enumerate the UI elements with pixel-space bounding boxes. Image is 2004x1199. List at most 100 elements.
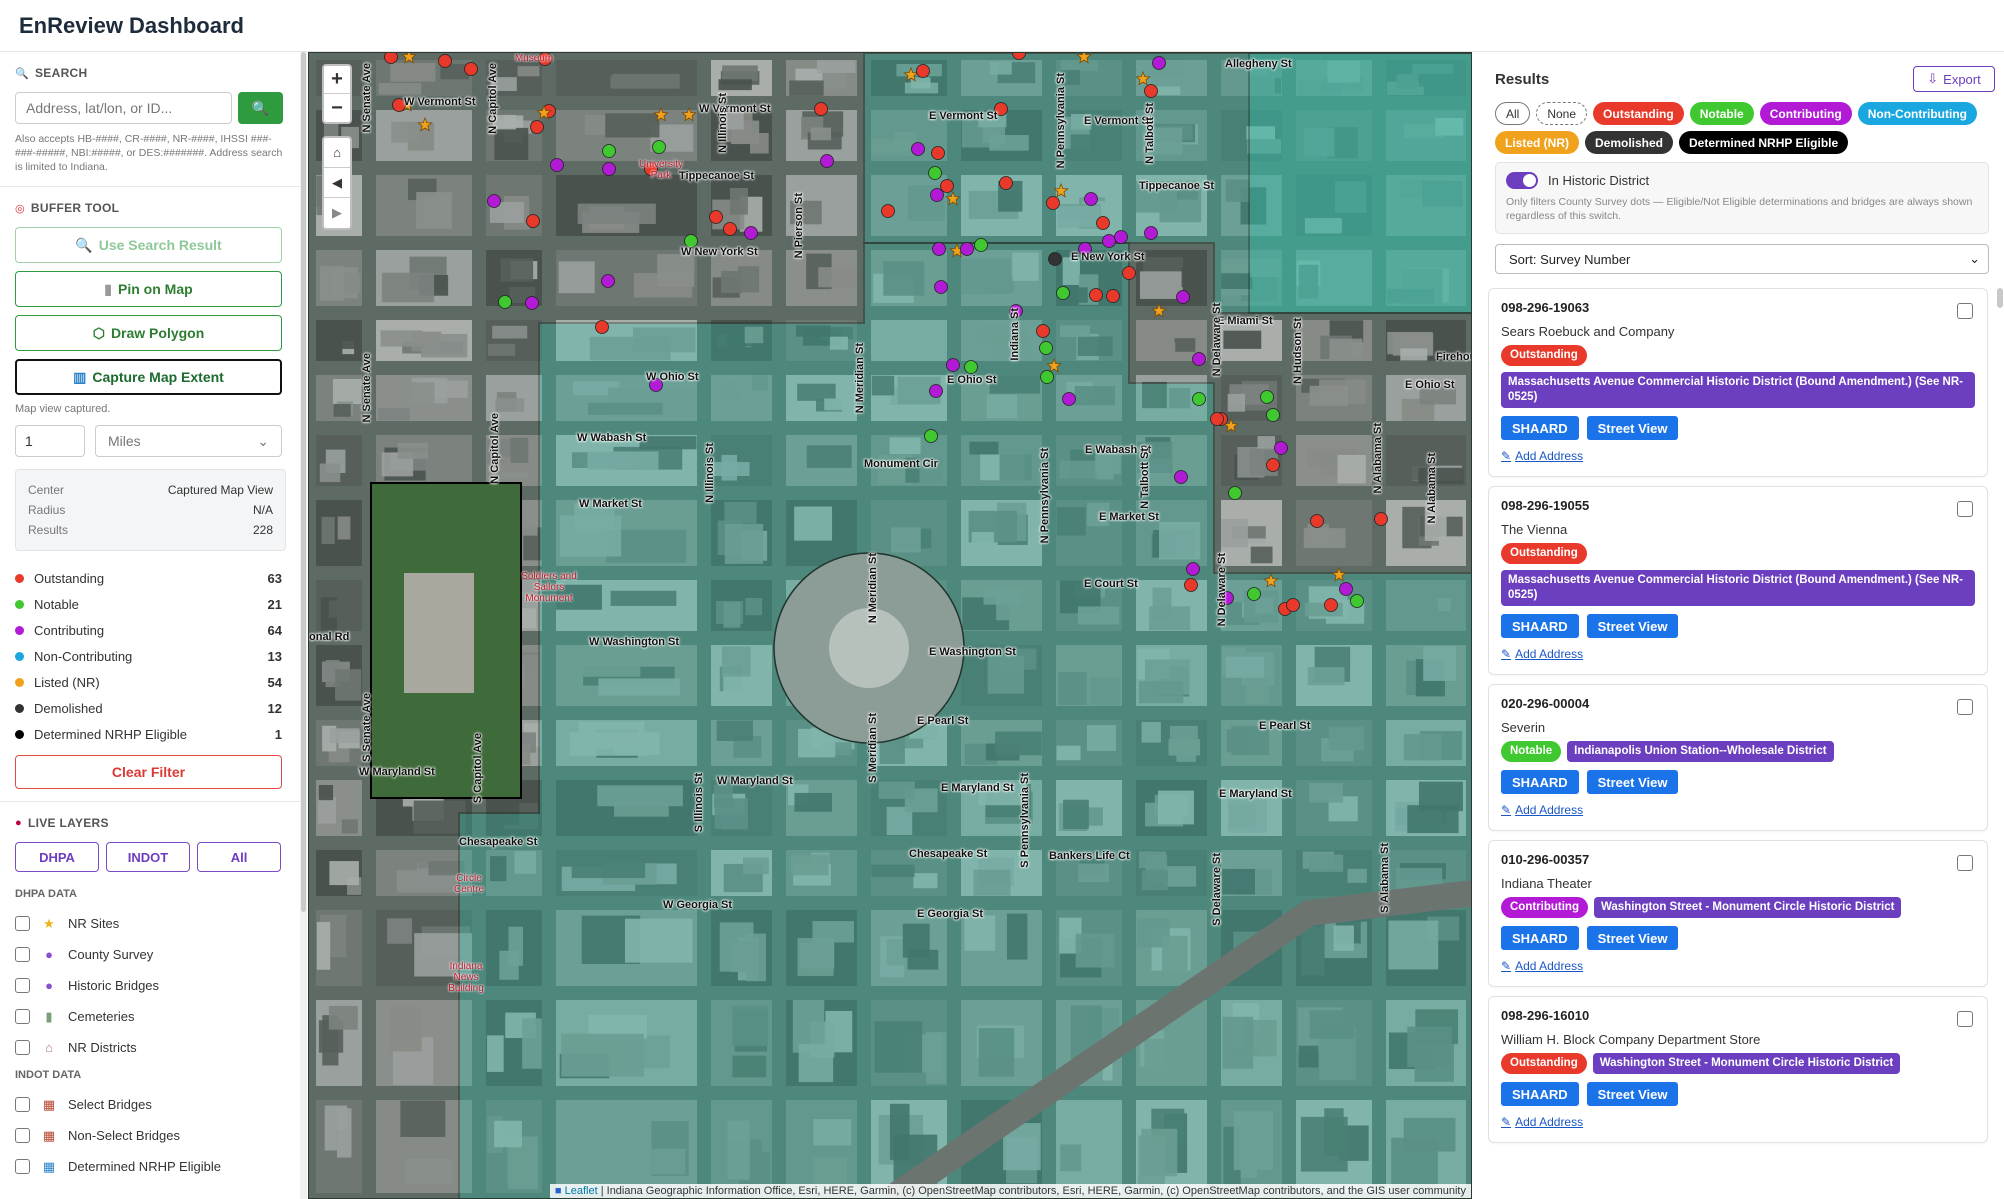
results-scrollbar[interactable] (1997, 288, 2003, 308)
results-title: Results (1495, 70, 1550, 88)
buffer-unit-select[interactable]: Miles ⌄ (95, 425, 282, 457)
result-checkbox[interactable] (1957, 855, 1973, 871)
clear-filter-button[interactable]: Clear Filter (15, 755, 282, 789)
leaflet-link[interactable]: Leaflet (565, 1185, 598, 1197)
layer-all-button[interactable]: All (197, 842, 281, 872)
filter-chip[interactable]: Demolished (1585, 131, 1674, 154)
zoom-out-button[interactable]: − (324, 94, 350, 122)
checkbox[interactable] (15, 1009, 30, 1024)
zoom-in-button[interactable]: + (324, 66, 350, 94)
app-header: EnReview Dashboard (0, 0, 2004, 52)
sidebar-scrollbar[interactable] (300, 52, 307, 1199)
search-input[interactable] (15, 92, 232, 124)
survey-number: 098-296-19055 (1501, 498, 1590, 513)
shaard-button[interactable]: SHAARD (1501, 416, 1579, 440)
result-checkbox[interactable] (1957, 303, 1973, 319)
shaard-button[interactable]: SHAARD (1501, 1082, 1579, 1106)
filter-chip[interactable]: Contributing (1759, 102, 1852, 125)
status-legend: Outstanding 63 Notable 21 Contributing 64 Non-… (15, 565, 286, 747)
survey-dot-marker (881, 204, 895, 218)
street-label: N Pennsylvania St (1055, 73, 1067, 169)
street-view-button[interactable]: Street View (1586, 614, 1679, 638)
survey-dot-marker (438, 54, 452, 68)
draw-polygon-button[interactable]: ⬡ Draw Polygon (15, 315, 282, 351)
street-view-button[interactable]: Street View (1586, 416, 1679, 440)
layer-toggle[interactable]: ★ NR Sites (15, 908, 286, 939)
search-hint: Also accepts HB-####, CR-####, NR-####, … (15, 133, 283, 173)
legend-item[interactable]: Non-Contributing 13 (15, 643, 286, 669)
layer-toggle[interactable]: ▦ Select Bridges (15, 1089, 286, 1120)
sidebar: 🔍 SEARCH 🔍 Also accepts HB-####, CR-####,… (0, 52, 300, 1199)
legend-item[interactable]: Contributing 64 (15, 617, 286, 643)
checkbox[interactable] (15, 978, 30, 993)
add-address-link[interactable]: ✎ Add Address (1501, 959, 1583, 973)
layer-toggle[interactable]: ⌂ NR Districts (15, 1032, 286, 1063)
use-search-result-button[interactable]: 🔍 Use Search Result (15, 227, 282, 263)
pin-on-map-button[interactable]: ▮ Pin on Map (15, 271, 282, 307)
filter-chip[interactable]: All (1495, 102, 1531, 125)
street-view-button[interactable]: Street View (1586, 1082, 1679, 1106)
legend-count: 13 (267, 648, 282, 664)
forward-arrow-icon[interactable]: ▶ (324, 198, 350, 228)
checkbox[interactable] (15, 1097, 30, 1112)
street-label: S Capitol Ave (472, 733, 484, 804)
layer-dhpa-button[interactable]: DHPA (15, 842, 99, 872)
checkbox[interactable] (15, 916, 30, 931)
sort-select[interactable]: Sort: Survey Number ⌄ (1495, 244, 1989, 274)
add-address-link[interactable]: ✎ Add Address (1501, 449, 1583, 463)
street-label: Monument Cir (864, 458, 938, 470)
map-canvas[interactable] (309, 53, 1472, 1199)
checkbox[interactable] (15, 947, 30, 962)
historic-district-switch[interactable] (1506, 172, 1538, 189)
zoom-control: + − (322, 64, 352, 124)
shaard-button[interactable]: SHAARD (1501, 770, 1579, 794)
street-label: E Miami St (1217, 315, 1273, 327)
layer-indot-button[interactable]: INDOT (106, 842, 190, 872)
legend-item[interactable]: Listed (NR) 54 (15, 669, 286, 695)
legend-item[interactable]: Notable 21 (15, 591, 286, 617)
survey-dot-marker (1102, 234, 1116, 248)
result-checkbox[interactable] (1957, 501, 1973, 517)
survey-number: 098-296-16010 (1501, 1008, 1590, 1023)
checkbox[interactable] (15, 1159, 30, 1174)
street-view-button[interactable]: Street View (1586, 770, 1679, 794)
building (378, 82, 422, 95)
checkbox[interactable] (15, 1128, 30, 1143)
street-view-button[interactable]: Street View (1586, 926, 1679, 950)
search-button[interactable]: 🔍 (238, 92, 283, 124)
map-view[interactable]: W Vermont St W Vermont St E Vermont St E Ve… (308, 52, 1472, 1199)
result-card: 098-296-19063 Sears Roebuck and Company … (1488, 288, 1988, 477)
layer-toggle[interactable]: ● Historic Bridges (15, 970, 286, 1001)
buffer-distance-input[interactable] (15, 425, 85, 457)
legend-item[interactable]: Determined NRHP Eligible 1 (15, 721, 286, 747)
layer-toggle[interactable]: ▮ Cemeteries (15, 1001, 286, 1032)
layer-toggle[interactable]: ▦ Determined NRHP Eligible (15, 1151, 286, 1182)
building (558, 261, 595, 294)
add-address-link[interactable]: ✎ Add Address (1501, 647, 1583, 661)
layer-toggle[interactable]: ▦ Non-Select Bridges (15, 1120, 286, 1151)
survey-dot-marker (1114, 230, 1128, 244)
result-checkbox[interactable] (1957, 699, 1973, 715)
layer-toggle[interactable]: ● County Survey (15, 939, 286, 970)
result-checkbox[interactable] (1957, 1011, 1973, 1027)
filter-chip[interactable]: None (1536, 102, 1588, 125)
shaard-button[interactable]: SHAARD (1501, 926, 1579, 950)
legend-item[interactable]: Demolished 12 (15, 695, 286, 721)
filter-chip[interactable]: Notable (1689, 102, 1754, 125)
export-button[interactable]: ⇩ Export (1913, 66, 1995, 92)
checkbox[interactable] (15, 1040, 30, 1055)
street-label: Allegheny St (1225, 58, 1292, 70)
filter-chip[interactable]: Determined NRHP Eligible (1679, 131, 1849, 154)
filter-chip[interactable]: Listed (NR) (1495, 131, 1579, 154)
back-arrow-icon[interactable]: ◀ (324, 168, 350, 198)
survey-dot-marker (999, 176, 1013, 190)
shaard-button[interactable]: SHAARD (1501, 614, 1579, 638)
filter-chip[interactable]: Outstanding (1593, 102, 1684, 125)
street-label: E Market St (1099, 511, 1159, 523)
home-icon[interactable]: ⌂ (324, 138, 350, 168)
capture-map-extent-button[interactable]: ▥ Capture Map Extent (15, 359, 282, 395)
filter-chip[interactable]: Non-Contributing (1857, 102, 1978, 125)
legend-item[interactable]: Outstanding 63 (15, 565, 286, 591)
add-address-link[interactable]: ✎ Add Address (1501, 803, 1583, 817)
add-address-link[interactable]: ✎ Add Address (1501, 1115, 1583, 1129)
